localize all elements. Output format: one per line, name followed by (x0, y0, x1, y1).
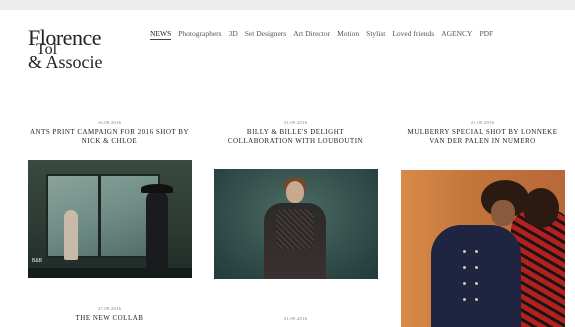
post-date: 27.09.2016 (97, 306, 122, 311)
post-date: 21.09.2016 (470, 120, 495, 125)
post-image[interactable]: B&B (28, 160, 192, 278)
nav-news[interactable]: NEWS (150, 29, 172, 40)
nav-pdf[interactable]: PDF (479, 29, 493, 38)
nav-photographers[interactable]: Photographers (178, 29, 221, 38)
post-image[interactable] (401, 170, 565, 327)
post-date: 16.09.2016 (97, 120, 122, 125)
news-post: 16.09.2016 ANTS PRINT CAMPAIGN FOR 2016 … (28, 120, 191, 146)
nav-3d[interactable]: 3D (229, 29, 238, 38)
shop-sign: B&B (32, 258, 43, 264)
nav-motion[interactable]: Motion (337, 29, 359, 38)
nav-art-director[interactable]: Art Director (293, 29, 330, 38)
brand-logo[interactable]: Florence Tol & Associe (28, 25, 138, 75)
post-date: 21.09.2016 (283, 316, 308, 321)
news-post: 21.09.2016 BILLY & BILLE'S DELIGHT COLLA… (214, 120, 377, 146)
logo-line-3: & Associe (28, 52, 103, 72)
nav-agency[interactable]: AGENCY (441, 29, 472, 38)
page: Florence Tol & Associe NEWS Photographer… (8, 10, 575, 327)
nav-loved-friends[interactable]: Loved friends (392, 29, 434, 38)
main-nav: NEWS Photographers 3D Set Designers Art … (150, 29, 493, 40)
post-image[interactable] (214, 169, 378, 279)
news-post: 21.09.2016 MULBERRY SPECIAL SHOT BY LONN… (401, 120, 564, 146)
news-post: 27.09.2016 THE NEW COLLAB (28, 306, 191, 323)
post-title[interactable]: MULBERRY SPECIAL SHOT BY LONNEKE VAN DER… (401, 128, 564, 146)
post-title[interactable]: THE NEW COLLAB (28, 314, 191, 323)
news-post: 21.09.2016 (214, 316, 377, 321)
nav-stylist[interactable]: Stylist (366, 29, 385, 38)
post-title[interactable]: ANTS PRINT CAMPAIGN FOR 2016 SHOT BY NIC… (28, 128, 191, 146)
browser-top-strip (0, 0, 575, 10)
nav-set-designers[interactable]: Set Designers (245, 29, 286, 38)
post-title[interactable]: BILLY & BILLE'S DELIGHT COLLABORATION WI… (214, 128, 377, 146)
post-date: 21.09.2016 (283, 120, 308, 125)
